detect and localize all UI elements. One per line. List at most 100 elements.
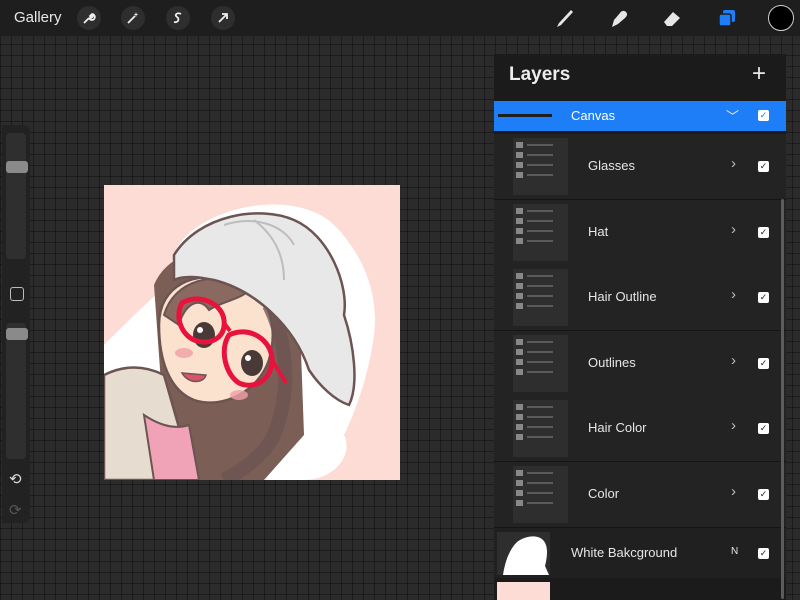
layer-group-thumbnail xyxy=(513,334,568,392)
thumbnail-line xyxy=(527,350,553,353)
visibility-checkbox[interactable]: ✓ xyxy=(758,357,769,369)
thumbnail-mini-icon xyxy=(516,358,523,365)
thumbnail-mini-icon xyxy=(516,434,523,440)
thumbnail-line xyxy=(527,426,553,428)
left-sidebar: ⟲ ⟳ xyxy=(2,125,30,523)
thumbnail-mini-icon xyxy=(516,303,523,309)
thumbnail-line xyxy=(527,416,553,418)
color-picker-button[interactable] xyxy=(768,5,794,31)
layers-panel: Layers + Canvas ﹀ ✓ Glasses › ✓ Hat › ✓ Hair O… xyxy=(494,54,786,600)
thumbnail-mini-icon xyxy=(516,499,523,506)
layer-group-label: Color xyxy=(588,485,620,501)
thumbnail-line xyxy=(527,436,553,438)
thumbnail-mini-icon xyxy=(516,368,523,375)
add-layer-button[interactable]: + xyxy=(752,62,766,86)
thumbnail-mini-icon xyxy=(516,237,523,244)
thumbnail-line xyxy=(527,471,553,474)
layer-group-row[interactable]: Glasses › ✓ xyxy=(494,134,786,200)
thumbnail-mini-icon xyxy=(516,489,523,496)
thumbnail-mini-icon xyxy=(516,207,523,214)
chevron-right-icon[interactable]: › xyxy=(731,483,736,500)
layer-row-label: Canvas xyxy=(571,108,616,123)
wrench-icon[interactable] xyxy=(77,6,101,30)
thumbnail-line xyxy=(527,229,553,232)
thumbnail-mini-icon xyxy=(516,273,523,279)
layer-group-thumbnail xyxy=(513,400,568,457)
thumbnail-line xyxy=(527,360,553,363)
gallery-button[interactable]: Gallery xyxy=(14,9,62,26)
thumbnail-mini-icon xyxy=(516,348,523,355)
thumbnail-mini-icon xyxy=(516,227,523,234)
layer-group-thumbnail xyxy=(513,138,568,195)
undo-icon[interactable]: ⟲ xyxy=(9,470,22,488)
layer-group-thumbnail xyxy=(513,269,568,326)
chevron-right-icon[interactable]: › xyxy=(731,352,736,369)
layer-group-row[interactable]: Hat › ✓ xyxy=(494,199,786,266)
thumbnail-mini-icon xyxy=(516,217,523,224)
layer-group-label: Hair Outline xyxy=(588,289,657,304)
layers-scrollbar[interactable] xyxy=(781,199,784,599)
layer-group-label: Hat xyxy=(588,223,609,239)
thumbnail-mini-icon xyxy=(516,142,523,148)
drawing-canvas[interactable] xyxy=(104,185,400,480)
visibility-checkbox[interactable]: ✓ xyxy=(758,423,769,434)
eraser-icon[interactable] xyxy=(659,6,685,30)
thumbnail-line xyxy=(527,154,553,156)
layer-row-canvas[interactable]: Canvas ﹀ ✓ xyxy=(494,101,786,131)
visibility-checkbox[interactable]: ✓ xyxy=(758,488,769,500)
opacity-slider-thumb[interactable] xyxy=(6,328,28,341)
modify-button[interactable] xyxy=(10,287,24,301)
layer-group-label: Hair Color xyxy=(588,420,647,435)
layers-icon[interactable] xyxy=(714,6,740,30)
canvas-artwork xyxy=(104,204,375,480)
selection-icon[interactable] xyxy=(166,6,190,30)
layer-group-row[interactable]: Hair Outline › ✓ xyxy=(494,265,786,331)
thumbnail-line xyxy=(527,305,553,307)
thumbnail-line xyxy=(527,501,553,504)
thumbnail-mini-icon xyxy=(516,162,523,168)
redo-icon[interactable]: ⟳ xyxy=(9,501,22,519)
transform-icon[interactable] xyxy=(211,6,235,30)
chevron-right-icon[interactable]: › xyxy=(731,155,736,172)
thumbnail-line xyxy=(527,340,553,343)
thumbnail-line xyxy=(527,174,553,176)
layer-group-row[interactable]: Outlines › ✓ xyxy=(494,330,786,397)
thumbnail-line xyxy=(527,491,553,494)
visibility-checkbox[interactable]: ✓ xyxy=(758,226,769,238)
layer-group-label: Outlines xyxy=(588,354,636,370)
thumbnail-line xyxy=(527,295,553,297)
canvas-group-thumbnail xyxy=(498,114,552,117)
brush-size-slider[interactable] xyxy=(6,133,26,259)
thumbnail-mini-icon xyxy=(516,404,523,410)
thumbnail-line xyxy=(527,370,553,373)
layer-group-row[interactable]: Color › ✓ xyxy=(494,461,786,528)
chevron-down-icon[interactable]: ﹀ xyxy=(726,106,739,125)
layer-thumbnail xyxy=(497,532,550,575)
thumbnail-mini-icon xyxy=(516,293,523,299)
thumbnail-line xyxy=(527,406,553,408)
brush-size-slider-thumb[interactable] xyxy=(6,160,28,173)
visibility-checkbox[interactable]: ✓ xyxy=(758,548,769,559)
chevron-right-icon[interactable]: › xyxy=(731,286,736,303)
magic-wand-icon[interactable] xyxy=(121,6,145,30)
chevron-right-icon[interactable]: › xyxy=(731,417,736,434)
thumbnail-line xyxy=(527,219,553,222)
chevron-right-icon[interactable]: › xyxy=(731,221,736,238)
thumbnail-mini-icon xyxy=(516,172,523,178)
opacity-slider[interactable] xyxy=(6,323,26,459)
layer-row-white-background[interactable]: White Bakcground N ✓ xyxy=(494,528,786,578)
layer-group-row[interactable]: Hair Color › ✓ xyxy=(494,396,786,462)
thumbnail-mini-icon xyxy=(516,469,523,476)
visibility-checkbox[interactable]: ✓ xyxy=(758,161,769,172)
blend-mode-button[interactable]: N xyxy=(731,546,738,557)
thumbnail-mini-icon xyxy=(516,338,523,345)
thumbnail-mini-icon xyxy=(516,424,523,430)
brush-icon[interactable] xyxy=(552,6,578,30)
visibility-checkbox[interactable]: ✓ xyxy=(758,110,769,121)
smudge-icon[interactable] xyxy=(606,6,632,30)
top-toolbar: Gallery xyxy=(0,0,800,36)
visibility-checkbox[interactable]: ✓ xyxy=(758,292,769,303)
thumbnail-mini-icon xyxy=(516,479,523,486)
thumbnail-line xyxy=(527,144,553,146)
background-color-swatch[interactable] xyxy=(497,582,550,600)
